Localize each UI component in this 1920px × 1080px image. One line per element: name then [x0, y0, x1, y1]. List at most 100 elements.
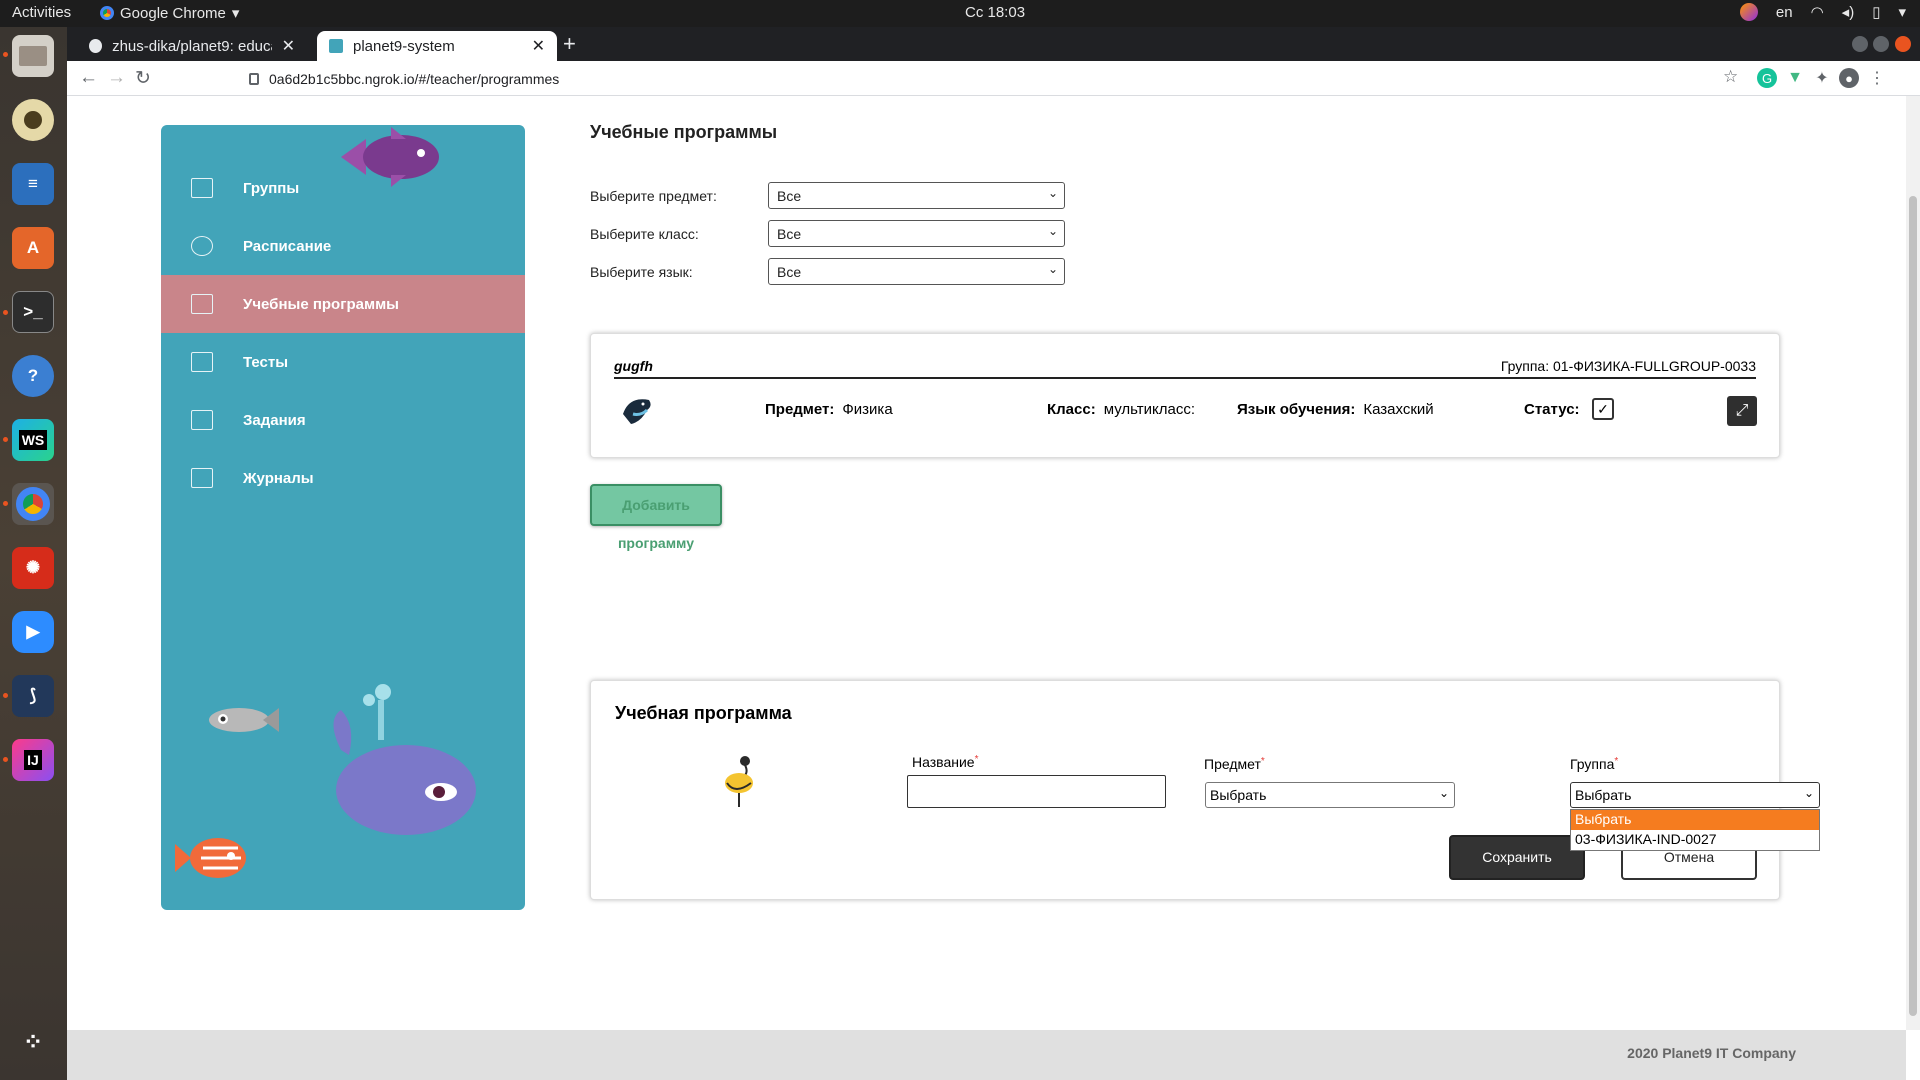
chrome-menu-icon[interactable]: ⋮ — [1867, 68, 1887, 88]
reload-icon[interactable]: ↻ — [135, 67, 151, 90]
programme-name: gugfh — [614, 358, 653, 374]
new-tab-button[interactable]: + — [563, 31, 576, 57]
minimize-button[interactable] — [1852, 36, 1868, 52]
subject-value: Физика — [842, 401, 893, 418]
intellij-icon[interactable]: IJ — [12, 739, 54, 781]
running-indicator — [3, 757, 8, 762]
show-apps-icon[interactable]: ⁘ — [12, 1021, 54, 1063]
groups-icon — [191, 178, 213, 198]
sidebar-item-journals[interactable]: Журналы — [161, 449, 525, 507]
filter-language-select[interactable]: Все ⌄ — [768, 258, 1065, 285]
tab-title: zhus-dika/planet9: educat — [112, 37, 272, 55]
journals-icon — [191, 468, 213, 488]
sidebar-item-schedule[interactable]: Расписание — [161, 217, 525, 275]
filter-class-select[interactable]: Все ⌄ — [768, 220, 1065, 247]
chrome-icon — [100, 6, 114, 20]
add-programme-button[interactable]: Добавить программу — [590, 484, 722, 551]
writer-icon[interactable]: ≡ — [12, 163, 54, 205]
wolfram-icon[interactable]: ✺ — [12, 547, 54, 589]
subject-select[interactable]: Выбрать ⌄ — [1205, 782, 1455, 808]
scrollbar-thumb[interactable] — [1909, 196, 1917, 1016]
running-indicator — [3, 437, 8, 442]
keyboard-layout[interactable]: en — [1776, 4, 1793, 21]
terminal-icon[interactable]: >_ — [12, 291, 54, 333]
status-checkbox[interactable]: ✓ — [1592, 398, 1614, 420]
subject-label: Предмет: — [765, 401, 835, 418]
tab-github[interactable]: zhus-dika/planet9: educat ✕ — [77, 31, 307, 61]
volume-icon[interactable]: ◂) — [1842, 3, 1855, 21]
zoom-icon[interactable]: ▶ — [12, 611, 54, 653]
dropdown-option[interactable]: Выбрать — [1571, 810, 1819, 830]
sidebar-item-label: Группы — [243, 179, 300, 197]
name-input[interactable] — [907, 775, 1166, 808]
dropdown-option[interactable]: 03-ФИЗИКА-IND-0027 — [1571, 830, 1819, 850]
mysql-workbench-icon[interactable]: ⟆ — [12, 675, 54, 717]
sidebar-item-tests[interactable]: Тесты — [161, 333, 525, 391]
grey-fish-icon — [209, 708, 279, 732]
back-icon[interactable]: ← — [79, 67, 98, 89]
class-label: Класс: — [1047, 401, 1096, 418]
bookmark-star-icon[interactable]: ☆ — [1723, 67, 1738, 87]
software-center-icon[interactable]: A — [12, 227, 54, 269]
battery-icon[interactable]: ▯ — [1872, 3, 1880, 21]
maximize-button[interactable] — [1873, 36, 1889, 52]
close-window-button[interactable] — [1895, 36, 1911, 52]
sidebar-item-label: Учебные программы — [243, 295, 399, 313]
vue-devtools-icon[interactable]: ▼ — [1785, 68, 1805, 88]
help-icon[interactable]: ? — [12, 355, 54, 397]
wifi-icon[interactable]: ◠ — [1811, 3, 1824, 21]
footer: 2020 Planet9 IT Company — [67, 1030, 1906, 1080]
filter-subject-label: Выберите предмет: — [590, 188, 717, 204]
group-select[interactable]: Выбрать ⌄ — [1570, 782, 1820, 808]
profile-avatar[interactable]: ● — [1839, 68, 1859, 88]
save-button[interactable]: Сохранить — [1449, 835, 1585, 880]
power-menu-icon[interactable]: ▾ — [1898, 3, 1906, 21]
language-label: Язык обучения: — [1237, 401, 1356, 418]
sidebar-item-groups[interactable]: Группы — [161, 159, 525, 217]
tab-planet9[interactable]: planet9-system ✕ — [317, 31, 557, 61]
rhythmbox-icon[interactable] — [12, 99, 54, 141]
app-menu[interactable]: Google Chrome ▾ — [100, 4, 239, 22]
select-value: Выбрать — [1210, 787, 1267, 803]
filter-subject-select[interactable]: Все ⌄ — [768, 182, 1065, 209]
chevron-down-icon: ⌄ — [1438, 786, 1449, 800]
sidebar-item-tasks[interactable]: Задания — [161, 391, 525, 449]
running-indicator — [3, 501, 8, 506]
url-field[interactable]: 0a6d2b1c5bbc.ngrok.io/#/teacher/programm… — [243, 66, 1813, 92]
dolphin-icon — [623, 399, 651, 424]
clock[interactable]: Сс 18:03 — [965, 4, 1025, 21]
schedule-icon — [191, 236, 213, 256]
webstorm-icon[interactable]: WS — [12, 419, 54, 461]
class-field: Класс: мультикласс: — [1047, 401, 1195, 418]
page-scrollbar[interactable] — [1906, 96, 1920, 1030]
filter-language-label: Выберите язык: — [590, 264, 693, 280]
sidebar-item-label: Расписание — [243, 237, 332, 255]
expand-icon[interactable]: ⤢ — [1727, 396, 1757, 426]
running-indicator — [3, 52, 8, 57]
name-label-text: Название — [912, 754, 975, 770]
close-tab-icon[interactable]: ✕ — [532, 36, 545, 56]
chevron-down-icon: ⌄ — [1047, 186, 1058, 200]
chevron-down-icon: ▾ — [231, 5, 240, 22]
subject-field: Предмет: Физика — [765, 401, 893, 418]
class-value: мультикласс: — [1103, 401, 1196, 418]
forward-icon[interactable]: → — [107, 67, 126, 89]
files-app-icon[interactable] — [12, 35, 54, 77]
sidebar-item-programmes[interactable]: Учебные программы — [161, 275, 525, 333]
footer-copyright: 2020 Planet9 IT Company — [1627, 1045, 1796, 1061]
dock: ≡ A >_ ? WS ✺ ▶ ⟆ IJ ⁘ — [0, 27, 67, 1080]
grammarly-icon[interactable]: G — [1757, 68, 1777, 88]
extensions-icon[interactable]: ✦ — [1812, 68, 1832, 88]
close-tab-icon[interactable]: ✕ — [282, 36, 295, 56]
language-field: Язык обучения: Казахский — [1237, 401, 1434, 418]
tests-icon — [191, 352, 213, 372]
system-top-bar: Activities Google Chrome ▾ Сс 18:03 en ◠… — [0, 0, 1920, 27]
lock-icon — [249, 73, 259, 85]
chrome-app-icon[interactable] — [12, 483, 54, 525]
tab-title: planet9-system — [353, 37, 455, 55]
activities-button[interactable]: Activities — [12, 4, 71, 21]
firefox-notification-icon[interactable] — [1739, 3, 1758, 21]
orange-fish-icon — [175, 838, 246, 878]
group-dropdown-list[interactable]: Выбрать 03-ФИЗИКА-IND-0027 — [1570, 809, 1820, 851]
system-tray[interactable]: en ◠ ◂) ▯ ▾ — [1739, 3, 1906, 21]
